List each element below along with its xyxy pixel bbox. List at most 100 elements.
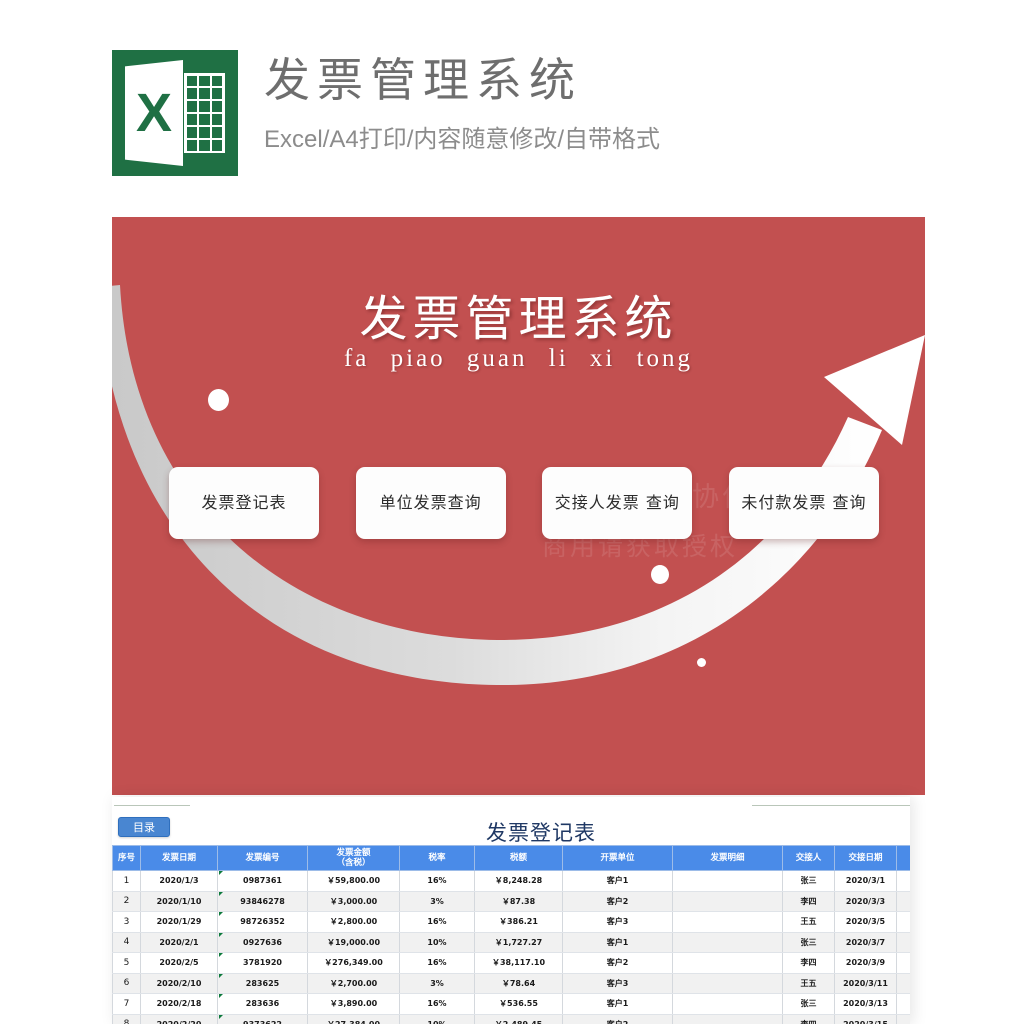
cell-rate[interactable]: 16% [399,870,475,892]
cell-seq[interactable]: 7 [112,993,141,1015]
column-header-date[interactable]: 发票日期 [140,845,218,871]
cell-paid[interactable] [896,952,910,974]
cell-number[interactable]: 283636 [217,993,308,1015]
cell-number[interactable]: 0927636 [217,931,308,953]
cell-person[interactable]: 王五 [782,911,835,933]
column-header-detail[interactable]: 发票明细 [672,845,783,871]
cell-tax[interactable]: ￥2,489.45 [474,1013,563,1024]
column-header-amount[interactable]: 发票金额 （含税） [307,845,400,871]
cell-rate[interactable]: 3% [399,890,475,912]
cell-seq[interactable]: 2 [112,890,141,912]
cell-amount[interactable]: ￥59,800.00 [307,870,400,892]
cell-rate[interactable]: 16% [399,993,475,1015]
cell-tax[interactable]: ￥78.64 [474,972,563,994]
cell-amount[interactable]: ￥3,890.00 [307,993,400,1015]
cell-number[interactable]: 0987361 [217,870,308,892]
cell-number[interactable]: 98726352 [217,911,308,933]
cell-seq[interactable]: 4 [112,931,141,953]
cell-hand-date[interactable]: 2020/3/7 [834,931,897,953]
cell-unit[interactable]: 客户3 [562,972,673,994]
cell-seq[interactable]: 3 [112,911,141,933]
cell-seq[interactable]: 1 [112,870,141,892]
cell-amount[interactable]: ￥19,000.00 [307,931,400,953]
cell-detail[interactable] [672,931,783,953]
cell-seq[interactable]: 8 [112,1013,141,1024]
cell-unit[interactable]: 客户2 [562,952,673,974]
cell-tax[interactable]: ￥8,248.28 [474,870,563,892]
cell-unit[interactable]: 客户1 [562,931,673,953]
cell-date[interactable]: 2020/2/18 [140,993,218,1015]
cell-number[interactable]: 283625 [217,972,308,994]
cell-hand-date[interactable]: 2020/3/13 [834,993,897,1015]
cell-date[interactable]: 2020/2/10 [140,972,218,994]
cell-seq[interactable]: 6 [112,972,141,994]
cell-date[interactable]: 2020/2/20 [140,1013,218,1024]
cell-paid[interactable] [896,870,910,892]
cell-paid[interactable] [896,890,910,912]
column-header-unit[interactable]: 开票单位 [562,845,673,871]
cell-tax[interactable]: ￥38,117.10 [474,952,563,974]
cell-detail[interactable] [672,890,783,912]
cell-detail[interactable] [672,972,783,994]
cell-detail[interactable] [672,993,783,1015]
cell-amount[interactable]: ￥2,700.00 [307,972,400,994]
cell-person[interactable]: 张三 [782,931,835,953]
cell-tax[interactable]: ￥386.21 [474,911,563,933]
cell-detail[interactable] [672,1013,783,1024]
cell-person[interactable]: 张三 [782,993,835,1015]
cell-detail[interactable] [672,911,783,933]
column-header-seq[interactable]: 序号 [112,845,141,871]
cell-paid[interactable] [896,993,910,1015]
nav-button-unpaid-query[interactable]: 未付款发票 查询 [728,467,879,539]
cell-unit[interactable]: 客户2 [562,890,673,912]
cell-number[interactable]: 3781920 [217,952,308,974]
cell-hand-date[interactable]: 2020/3/5 [834,911,897,933]
cell-unit[interactable]: 客户1 [562,870,673,892]
cell-detail[interactable] [672,870,783,892]
nav-button-invoice-register[interactable]: 发票登记表 [169,467,319,539]
cell-date[interactable]: 2020/1/10 [140,890,218,912]
cell-paid[interactable] [896,931,910,953]
cell-rate[interactable]: 10% [399,1013,475,1024]
cell-paid[interactable] [896,1013,910,1024]
cell-detail[interactable] [672,952,783,974]
column-header-rate[interactable]: 税率 [399,845,475,871]
column-header-person[interactable]: 交接人 [782,845,835,871]
cell-unit[interactable]: 客户3 [562,911,673,933]
cell-amount[interactable]: ￥276,349.00 [307,952,400,974]
cell-tax[interactable]: ￥1,727.27 [474,931,563,953]
cell-unit[interactable]: 客户2 [562,1013,673,1024]
column-header-tax[interactable]: 税额 [474,845,563,871]
cell-hand-date[interactable]: 2020/3/1 [834,870,897,892]
column-header-number[interactable]: 发票编号 [217,845,308,871]
cell-date[interactable]: 2020/1/3 [140,870,218,892]
cell-unit[interactable]: 客户1 [562,993,673,1015]
cell-rate[interactable]: 16% [399,911,475,933]
cell-date[interactable]: 2020/2/5 [140,952,218,974]
cell-number[interactable]: 9373622 [217,1013,308,1024]
cell-person[interactable]: 李四 [782,952,835,974]
nav-button-handler-query[interactable]: 交接人发票 查询 [542,467,693,539]
cell-rate[interactable]: 16% [399,952,475,974]
cell-paid[interactable] [896,972,910,994]
cell-tax[interactable]: ￥536.55 [474,993,563,1015]
cell-paid[interactable] [896,911,910,933]
cell-person[interactable]: 李四 [782,890,835,912]
cell-person[interactable]: 张三 [782,870,835,892]
cell-rate[interactable]: 3% [399,972,475,994]
cell-person[interactable]: 王五 [782,972,835,994]
cell-amount[interactable]: ￥3,000.00 [307,890,400,912]
cell-date[interactable]: 2020/1/29 [140,911,218,933]
cell-amount[interactable]: ￥2,800.00 [307,911,400,933]
column-header-paid[interactable]: 是 [896,845,910,871]
cell-number[interactable]: 93846278 [217,890,308,912]
cell-amount[interactable]: ￥27,384.00 [307,1013,400,1024]
cell-hand-date[interactable]: 2020/3/11 [834,972,897,994]
nav-button-unit-query[interactable]: 单位发票查询 [355,467,506,539]
cell-seq[interactable]: 5 [112,952,141,974]
cell-tax[interactable]: ￥87.38 [474,890,563,912]
cell-date[interactable]: 2020/2/1 [140,931,218,953]
cell-rate[interactable]: 10% [399,931,475,953]
cell-hand-date[interactable]: 2020/3/15 [834,1013,897,1024]
column-header-hand-date[interactable]: 交接日期 [834,845,897,871]
